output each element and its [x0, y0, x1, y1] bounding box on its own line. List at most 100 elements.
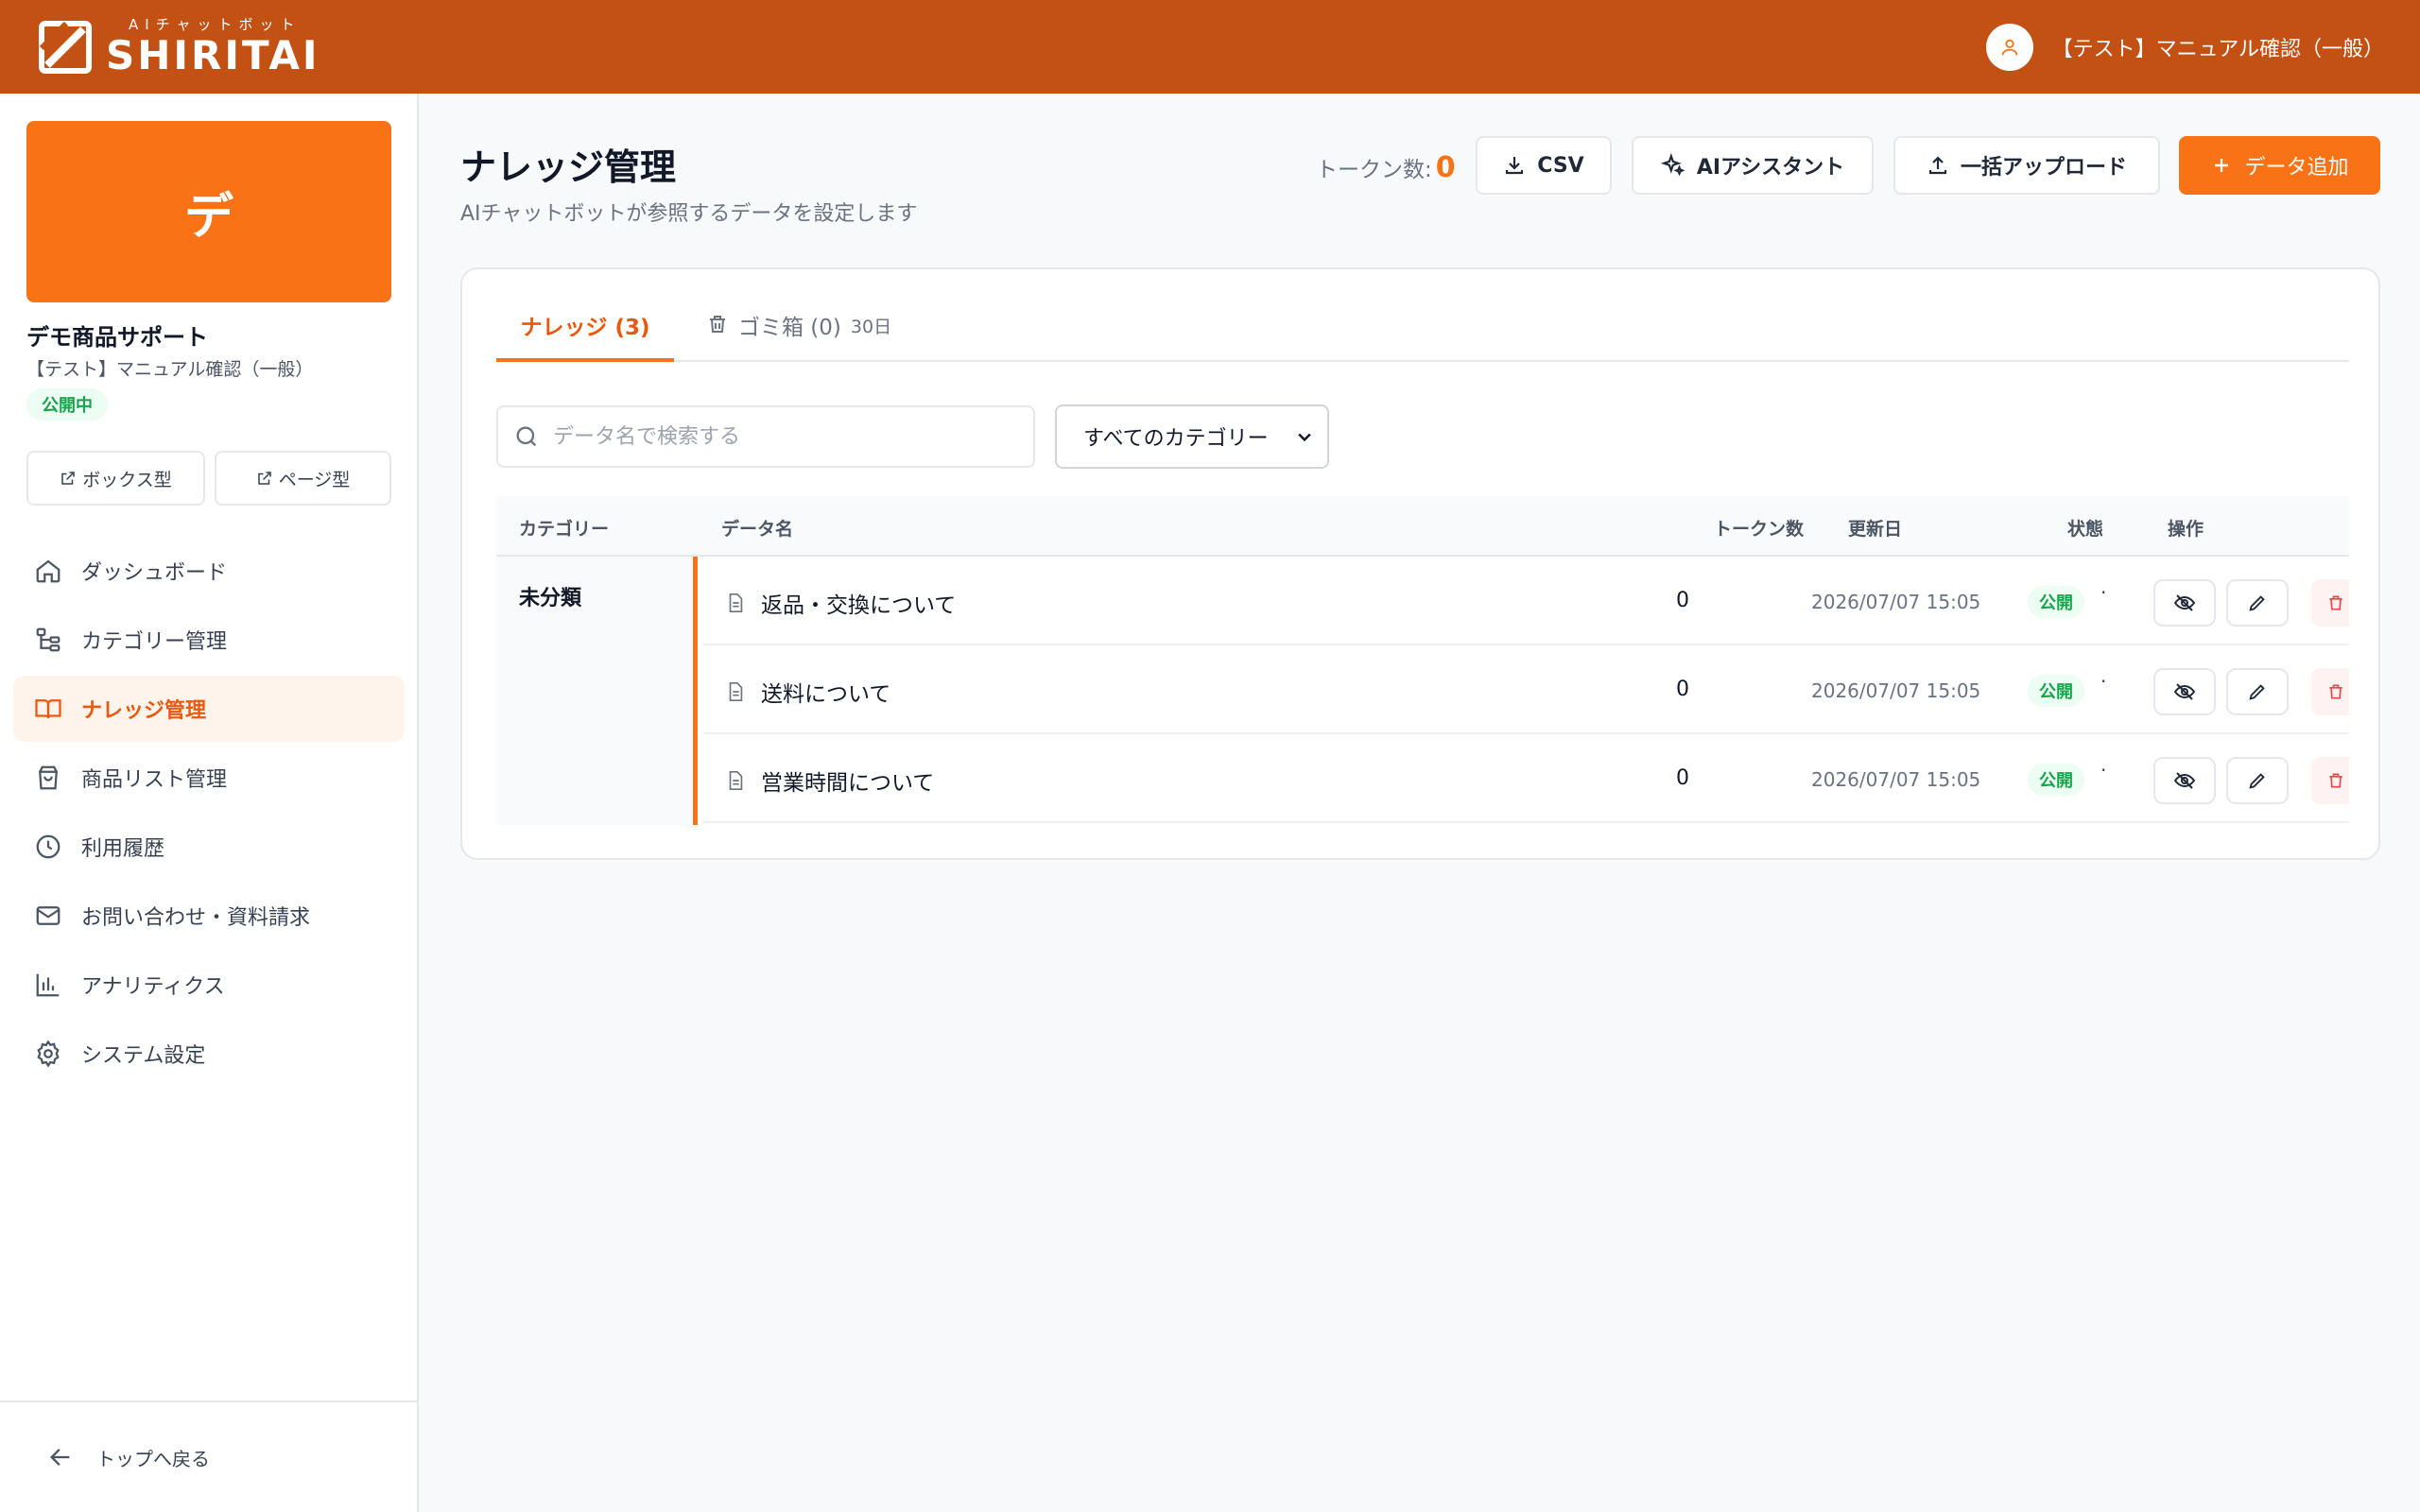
csv-label: CSV	[1537, 153, 1584, 178]
sidebar-item-history[interactable]: 利用履歴	[13, 814, 405, 880]
external-link-icon	[257, 472, 271, 485]
document-icon	[729, 771, 743, 790]
row-status-badge: 公開	[2028, 586, 2084, 618]
logo-subtitle: AIチャットボット	[129, 16, 302, 33]
table-row[interactable]: 営業時間について 0 2026/07/07 15:05 公開 ·	[702, 734, 2349, 823]
row-tokens: 0	[1676, 678, 1689, 701]
download-icon	[1506, 157, 1524, 175]
ai-assistant-button[interactable]: AIアシスタント	[1632, 136, 1874, 195]
token-total-label: トークン数:	[1316, 158, 1432, 182]
row-updated: 2026/07/07 15:05	[1811, 679, 1981, 702]
top-header: AIチャットボット SHIRITAI 【テスト】マニュアル確認（一般）	[0, 0, 2420, 94]
sidebar-item-products[interactable]: 商品リスト管理	[13, 745, 405, 811]
external-link-icon	[61, 472, 76, 485]
bulk-upload-label: 一括アップロード	[1960, 156, 2127, 180]
sidebar-nav: ダッシュボード カテゴリー管理 ナレッジ管理 商品リスト管理 利用履歴 お問い合…	[13, 538, 405, 1090]
shopping-bag-icon	[39, 765, 58, 790]
tab-knowledge-label: ナレッジ (3)	[520, 316, 650, 340]
sidebar-item-label: カテゴリー管理	[81, 630, 228, 654]
arrow-left-icon	[50, 1449, 70, 1466]
box-preview-label: ボックス型	[82, 469, 172, 490]
row-status-badge: 公開	[2028, 675, 2084, 707]
tab-trash-label: ゴミ箱 (0)	[738, 316, 841, 340]
sidebar-item-dashboard[interactable]: ダッシュボード	[13, 538, 405, 604]
eye-off-icon	[2173, 594, 2196, 611]
sidebar-item-inquiries[interactable]: お問い合わせ・資料請求	[13, 883, 405, 949]
edit-button[interactable]	[2226, 668, 2289, 715]
sidebar-item-label: システム設定	[81, 1044, 206, 1068]
back-to-top-label: トップへ戻る	[96, 1447, 210, 1470]
table-row[interactable]: 返品・交換について 0 2026/07/07 15:05 公開 ·	[702, 557, 2349, 645]
logo-mark-icon	[38, 20, 93, 75]
book-icon	[35, 699, 61, 719]
col-updated: 更新日	[1848, 519, 1903, 540]
row-data-name: 送料について	[761, 682, 891, 707]
category-filter-value: すべてのカテゴリー	[1083, 427, 1269, 451]
search-box	[496, 405, 1035, 468]
token-total-value: 0	[1435, 151, 1456, 184]
user-menu[interactable]: 【テスト】マニュアル確認（一般）	[1985, 23, 2384, 71]
category-tree-icon	[36, 627, 60, 652]
plus-icon	[2215, 159, 2229, 172]
add-data-button[interactable]: データ追加	[2179, 136, 2380, 195]
document-icon	[729, 682, 743, 701]
delete-button[interactable]	[2311, 757, 2349, 804]
sidebar-item-categories[interactable]: カテゴリー管理	[13, 607, 405, 673]
sidebar-item-label: ナレッジ管理	[81, 699, 207, 723]
search-input[interactable]	[553, 424, 1007, 449]
bulk-upload-button[interactable]: 一括アップロード	[1893, 136, 2160, 195]
sidebar-item-label: アナリティクス	[81, 975, 225, 999]
search-icon	[516, 426, 537, 447]
sidebar-item-knowledge[interactable]: ナレッジ管理	[13, 676, 405, 742]
pencil-icon	[2249, 773, 2265, 789]
category-group-name: 未分類	[519, 587, 582, 610]
sidebar-item-analytics[interactable]: アナリティクス	[13, 952, 405, 1018]
page-preview-button[interactable]: ページ型	[215, 451, 391, 506]
document-icon	[729, 593, 743, 612]
back-to-top-button[interactable]: トップへ戻る	[0, 1400, 417, 1512]
table-header: カテゴリー データ名 トークン数 更新日 状態 操作	[496, 496, 2349, 557]
box-preview-button[interactable]: ボックス型	[26, 451, 205, 506]
logo-wordmark: SHIRITAI	[106, 32, 320, 78]
sidebar-item-label: お問い合わせ・資料請求	[81, 906, 311, 930]
gear-icon	[37, 1040, 60, 1068]
col-status: 状態	[2067, 519, 2104, 540]
brand-owner: 【テスト】マニュアル確認（一般）	[26, 359, 314, 380]
row-updated: 2026/07/07 15:05	[1811, 591, 1981, 613]
home-icon	[36, 559, 60, 583]
category-group-cell: 未分類	[496, 557, 698, 825]
hide-button[interactable]	[2153, 757, 2216, 804]
page-title: ナレッジ管理	[460, 146, 677, 188]
category-filter-select[interactable]: すべてのカテゴリー	[1055, 404, 1329, 469]
tab-trash[interactable]: ゴミ箱 (0) 30日	[706, 307, 891, 362]
row-tokens: 0	[1676, 766, 1689, 790]
ai-assistant-label: AIアシスタント	[1696, 156, 1845, 180]
tab-knowledge[interactable]: ナレッジ (3)	[496, 307, 674, 362]
upload-icon	[1928, 156, 1947, 175]
table-row[interactable]: 送料について 0 2026/07/07 15:05 公開 ·	[702, 645, 2349, 734]
sidebar-item-settings[interactable]: システム設定	[13, 1021, 405, 1087]
trash-retention-note: 30日	[850, 317, 892, 337]
app-logo[interactable]: AIチャットボット SHIRITAI	[38, 18, 320, 76]
edit-button[interactable]	[2226, 579, 2289, 627]
col-category: カテゴリー	[519, 519, 610, 540]
row-status-badge: 公開	[2028, 764, 2084, 796]
eye-off-icon	[2173, 683, 2196, 700]
trash-icon	[2329, 595, 2342, 610]
sidebar-item-label: ダッシュボード	[81, 561, 228, 585]
page-subtitle: AIチャットボットが参照するデータを設定します	[460, 202, 918, 226]
eye-off-icon	[2173, 772, 2196, 789]
hide-button[interactable]	[2153, 668, 2216, 715]
delete-button[interactable]	[2311, 579, 2349, 627]
status-badge: 公開中	[26, 388, 108, 421]
row-updated: 2026/07/07 15:05	[1811, 768, 1981, 791]
mail-icon	[36, 906, 60, 925]
sparkle-icon	[1660, 153, 1685, 177]
delete-button[interactable]	[2311, 668, 2349, 715]
row-tokens: 0	[1676, 589, 1689, 612]
edit-button[interactable]	[2226, 757, 2289, 804]
knowledge-card: ナレッジ (3) ゴミ箱 (0) 30日 すべてのカテゴリー カテゴリー データ…	[460, 267, 2380, 860]
add-data-label: データ追加	[2244, 156, 2349, 180]
csv-button[interactable]: CSV	[1476, 136, 1612, 195]
hide-button[interactable]	[2153, 579, 2216, 627]
